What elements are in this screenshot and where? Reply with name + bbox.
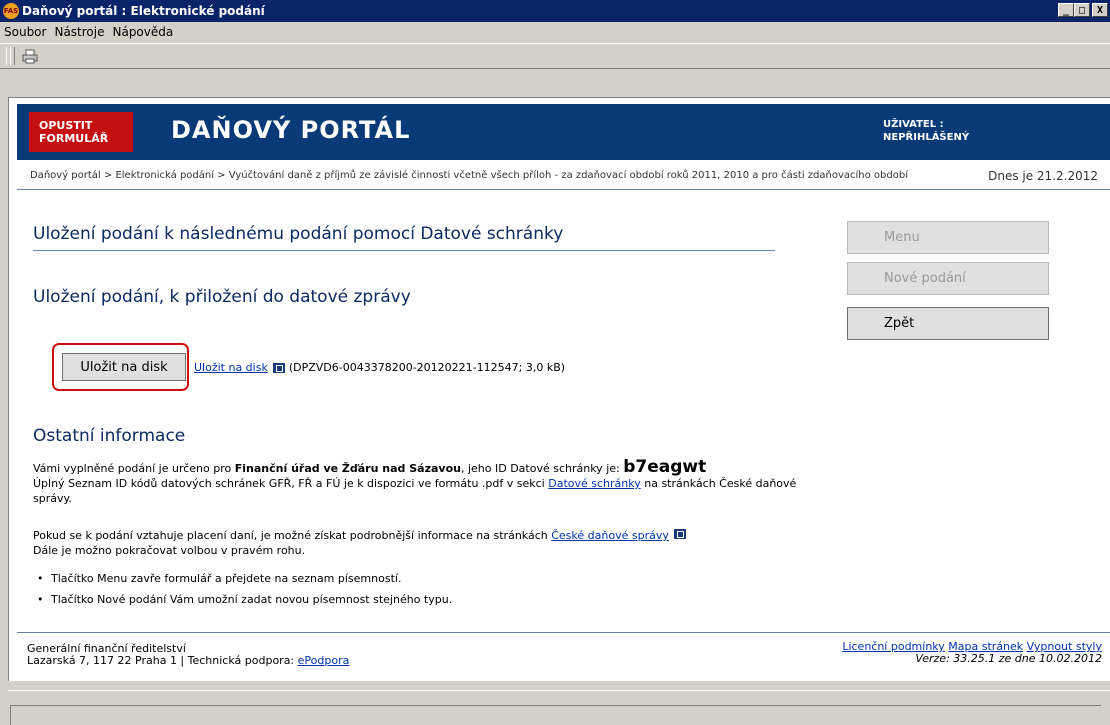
save-link-row: Uložit na disk (DPZVD6-0043378200-201202… (194, 361, 565, 374)
new-submission-button[interactable]: Nové podání (847, 262, 1049, 295)
portal-header: OPUSTIT FORMULÁŘ DAŇOVÝ PORTÁL UŽIVATEL … (17, 104, 1110, 160)
tax-admin-link[interactable]: České daňové správy (551, 529, 669, 542)
status-panel (10, 705, 1101, 725)
list-item: Tlačítko Nové podání Vám umožní zadat no… (33, 593, 452, 606)
info-paragraph-2: Pokud se k podání vztahuje placení daní,… (33, 528, 813, 558)
current-date: Dnes je 21.2.2012 (988, 169, 1098, 183)
info-text: Vámi vyplněné podání je určeno pro (33, 462, 235, 475)
print-icon[interactable] (22, 48, 38, 64)
app-icon: FAS (3, 3, 19, 19)
minimize-button[interactable]: _ (1058, 3, 1074, 17)
menu-button[interactable]: Menu (847, 221, 1049, 254)
user-info: UŽIVATEL : NEPŘIHLÁŠENÝ (883, 118, 969, 144)
leave-form-button[interactable]: OPUSTIT FORMULÁŘ (29, 112, 133, 152)
section-heading-save: Uložení podání, k přiložení do datové zp… (33, 287, 411, 307)
footer-contact: Generální finanční ředitelství Lazarská … (27, 643, 349, 667)
maximize-button[interactable]: □ (1074, 3, 1090, 17)
page-title: Uložení podání k následnému podání pomoc… (33, 224, 564, 244)
heading-divider (33, 250, 775, 251)
back-button[interactable]: Zpět (847, 307, 1049, 340)
portal-title: DAŇOVÝ PORTÁL (171, 116, 411, 144)
toolbar-grip-2 (10, 47, 15, 65)
section-heading-other: Ostatní informace (33, 426, 186, 446)
info-text: Úplný Seznam ID kódů datových schránek G… (33, 477, 549, 490)
main-content (17, 191, 1110, 631)
window-controls: _ □ X (1058, 3, 1108, 17)
external-window-icon[interactable] (673, 529, 686, 539)
save-to-disk-button[interactable]: Uložit na disk (62, 353, 186, 381)
menu-help[interactable]: Nápověda (108, 25, 177, 39)
list-item: Tlačítko Menu zavře formulář a přejdete … (33, 572, 452, 585)
menu-file[interactable]: Soubor (0, 25, 50, 39)
menu-bar: Soubor Nástroje Nápověda (0, 22, 1110, 42)
version-info: Verze: 33.25.1 ze dne 10.02.2012 (915, 652, 1102, 665)
footer-address: Lazarská 7, 117 22 Praha 1 | Technická p… (27, 654, 298, 667)
info-text: Dále je možno pokračovat volbou v pravém… (33, 544, 306, 557)
close-button[interactable]: X (1092, 3, 1108, 17)
window-title-bar: FAS Daňový portál : Elektronické podání … (0, 0, 1110, 22)
support-link[interactable]: ePodpora (298, 654, 350, 667)
page-footer: Generální finanční ředitelství Lazarská … (17, 632, 1110, 673)
breadcrumb: Daňový portál > Elektronická podání > Vy… (17, 160, 1110, 190)
databox-id: b7eagwt (623, 457, 707, 477)
save-to-disk-link[interactable]: Uložit na disk (194, 361, 268, 374)
tax-office-name: Finanční úřad ve Žďáru nad Sázavou (234, 462, 461, 475)
user-value: NEPŘIHLÁŠENÝ (883, 132, 970, 143)
footer-links: Licenční podmínky Mapa stránek Vypnout s… (842, 641, 1102, 665)
toolbar (0, 43, 1110, 69)
breadcrumb-path: Daňový portál > Elektronická podání > Vy… (30, 170, 908, 181)
info-paragraph-1: Vámi vyplněné podání je určeno pro Finan… (33, 457, 813, 506)
databox-link[interactable]: Datové schránky (548, 477, 641, 490)
file-info: (DPZVD6-0043378200-20120221-112547; 3,0 … (288, 361, 566, 374)
footer-address-line: Lazarská 7, 117 22 Praha 1 | Technická p… (27, 655, 349, 667)
window-title: Daňový portál : Elektronické podání (22, 4, 265, 18)
external-window-icon[interactable] (272, 362, 285, 373)
info-text: , jeho ID Datové schránky je: (460, 462, 624, 475)
leave-form-line2: FORMULÁŘ (39, 132, 109, 145)
info-bullet-list: Tlačítko Menu zavře formulář a přejdete … (33, 572, 452, 614)
user-label: UŽIVATEL : (883, 119, 944, 130)
menu-tools[interactable]: Nástroje (50, 25, 108, 39)
info-text: Pokud se k podání vztahuje placení daní,… (33, 529, 552, 542)
leave-form-line1: OPUSTIT (39, 119, 93, 132)
